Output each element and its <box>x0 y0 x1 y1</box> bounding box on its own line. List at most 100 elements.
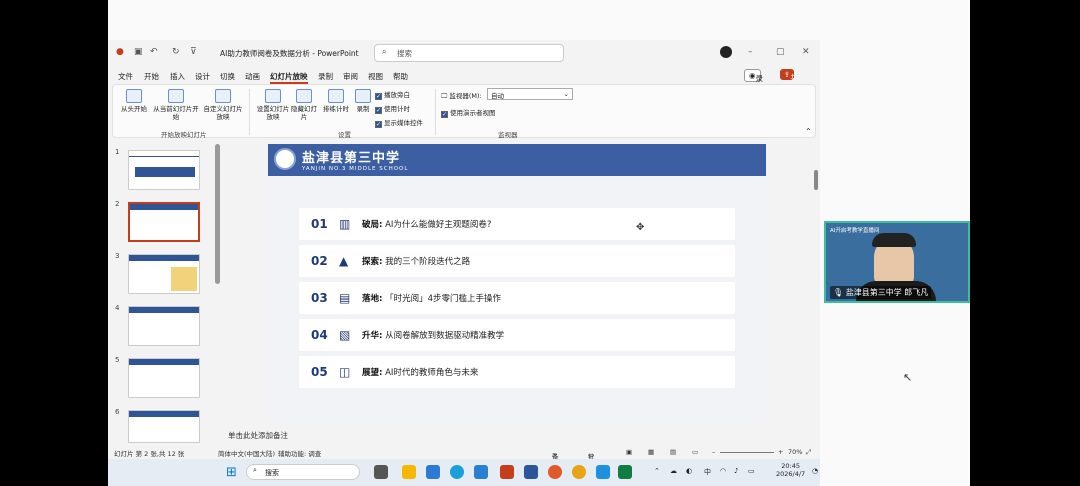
rehearse-timings-button[interactable]: 排练计时 <box>321 89 351 113</box>
slide-count: 幻灯片 第 2 张,共 12 张 <box>114 450 185 458</box>
ime-indicator[interactable]: 中 <box>704 467 711 477</box>
redo-icon[interactable]: ↻ <box>172 47 180 57</box>
record-icon <box>355 89 371 103</box>
record-button[interactable]: ◉ 录制 <box>744 69 763 94</box>
slide-thumbnail-6[interactable] <box>128 410 200 443</box>
thumbnail-number: 1 <box>115 148 120 156</box>
account-avatar[interactable] <box>720 46 732 58</box>
task-view-icon[interactable] <box>374 465 388 479</box>
tab-transitions[interactable]: 切换 <box>220 71 235 82</box>
media-controls-checkbox[interactable]: ✓ 显示媒体控件 <box>375 117 423 128</box>
browser-icon[interactable] <box>548 465 562 479</box>
slide-thumbnail-1[interactable] <box>128 150 200 190</box>
app-icon[interactable] <box>596 465 610 479</box>
video-call-window[interactable]: AI开启考教学直播间 🎙 盐津县第三中学 郎飞凡 <box>824 221 970 303</box>
from-current-button[interactable]: 从当前幻灯片开始 <box>153 89 199 121</box>
tab-home[interactable]: 开始 <box>144 71 159 82</box>
tab-record[interactable]: 录制 <box>318 71 333 82</box>
zoom-out-icon[interactable]: – <box>712 448 715 456</box>
custom-slideshow-button[interactable]: 自定义幻灯片放映 <box>203 89 243 121</box>
powerpoint-icon[interactable] <box>500 465 514 479</box>
tab-file[interactable]: 文件 <box>118 71 133 82</box>
meeting-app-icon[interactable] <box>474 465 488 479</box>
timing-checkbox[interactable]: ✓ 使用计时 <box>375 103 410 114</box>
reading-view-icon[interactable]: ▤ <box>670 448 676 456</box>
monitor-select[interactable]: 自动 ⌄ <box>487 88 573 100</box>
slide-thumbnail-4[interactable] <box>128 306 200 346</box>
setup-slideshow-button[interactable]: 设置幻灯片放映 <box>255 89 291 121</box>
chrome-icon[interactable] <box>572 465 586 479</box>
search-box[interactable]: ⌕ 搜索 <box>374 44 564 62</box>
ribbon: 从头开始 从当前幻灯片开始 自定义幻灯片放映 开始放映幻灯片 设置幻灯片放映 隐… <box>112 84 816 139</box>
hide-slide-button[interactable]: 隐藏幻灯片 <box>291 89 317 121</box>
customize-qat-icon[interactable]: ⊽ <box>190 47 197 57</box>
spreadsheet-icon[interactable] <box>618 465 632 479</box>
close-icon[interactable]: ✕ <box>802 47 810 57</box>
slide-sorter-icon[interactable]: ▦ <box>648 448 654 456</box>
search-icon: ⌕ <box>253 466 257 474</box>
accessibility-status[interactable]: 辅助功能: 调查 <box>278 448 321 458</box>
chip-icon: ▥ <box>339 217 351 231</box>
agenda-text: 展望: AI时代的教师角色与未来 <box>362 368 479 378</box>
slide-scrollbar[interactable] <box>814 170 818 190</box>
record-slideshow-button[interactable]: 录制 <box>353 89 373 113</box>
zoom-in-icon[interactable]: + <box>778 448 783 456</box>
cloud-icon[interactable]: ☁ <box>670 467 677 475</box>
thumbnail-number: 2 <box>115 200 120 208</box>
wifi-icon[interactable]: ◠ <box>720 467 726 475</box>
normal-view-icon[interactable]: ▣ <box>626 448 632 456</box>
zoom-slider[interactable] <box>720 452 774 453</box>
share-button[interactable]: ⇪ 共享 <box>780 69 798 93</box>
word-icon[interactable] <box>524 465 538 479</box>
presenter-view-checkbox[interactable]: ✓ 使用演示者视图 <box>441 107 496 118</box>
slide-thumbnail-5[interactable] <box>128 358 200 398</box>
collapse-ribbon-icon[interactable]: ⌃ <box>805 127 812 136</box>
agenda-number: 02 <box>311 254 328 268</box>
tab-slideshow[interactable]: 幻灯片放映 <box>270 71 308 84</box>
tab-insert[interactable]: 插入 <box>170 71 185 82</box>
language-status[interactable]: 简体中文(中国大陆) <box>218 448 275 458</box>
windows-taskbar: ⊞ ⌕ 搜索 ⌃ ☁ ◐ 中 ◠ ♪ ▭ 20:45 2026/4/7 ◔ <box>108 459 820 486</box>
slide-thumbnail-2[interactable] <box>128 202 200 242</box>
video-app-icon[interactable] <box>426 465 440 479</box>
tab-design[interactable]: 设计 <box>195 71 210 82</box>
thumbnail-number: 3 <box>115 252 120 260</box>
fit-slide-icon[interactable]: ⤢ <box>806 448 811 457</box>
volume-icon[interactable]: ♪ <box>734 467 738 475</box>
save-icon[interactable]: ▣ <box>134 47 143 57</box>
speaker-label: 🎙 盐津县第三中学 郎飞凡 <box>830 286 932 299</box>
maximize-icon[interactable]: ▢ <box>776 47 785 57</box>
thumbnail-number: 4 <box>115 304 120 312</box>
percent-icon: ▧ <box>339 328 351 342</box>
slideshow-current-icon <box>168 89 184 103</box>
taskbar-search[interactable]: ⌕ 搜索 <box>246 464 360 480</box>
undo-icon[interactable]: ↶ <box>150 47 158 57</box>
tab-help[interactable]: 帮助 <box>393 71 408 82</box>
battery-icon[interactable]: ▭ <box>748 467 755 475</box>
separator <box>435 89 436 135</box>
clock[interactable]: 20:45 2026/4/7 <box>776 462 805 478</box>
network-icon[interactable]: ◐ <box>686 467 692 475</box>
window-title: AI助力教师阅卷及数据分析 - PowerPoint <box>220 49 359 58</box>
title-bar: ● ▣ ↶ ↻ ⊽ AI助力教师阅卷及数据分析 - PowerPoint ⌕ 搜… <box>108 40 820 66</box>
from-beginning-button[interactable]: 从头开始 <box>119 89 149 113</box>
edge-icon[interactable] <box>450 465 464 479</box>
slide-canvas[interactable]: 盐津县第三中学 YANJIN NO.3 MIDDLE SCHOOL 01 ▥ 破… <box>268 142 766 422</box>
tab-view[interactable]: 视图 <box>368 71 383 82</box>
notification-icon[interactable]: ◔ <box>812 467 818 475</box>
zoom-level[interactable]: 70% <box>788 448 802 456</box>
slideshow-view-icon[interactable]: ▭ <box>692 448 698 456</box>
tab-animations[interactable]: 动画 <box>245 71 260 82</box>
minimize-icon[interactable]: – <box>748 47 753 57</box>
monitor-icon: 🖵 <box>441 92 448 100</box>
windows-start-icon[interactable]: ⊞ <box>226 465 237 480</box>
file-explorer-icon[interactable] <box>402 465 416 479</box>
tray-chevron-icon[interactable]: ⌃ <box>654 467 660 475</box>
timer-icon <box>328 89 344 103</box>
slide-thumbnail-3[interactable] <box>128 254 200 294</box>
binoculars-icon: ◫ <box>339 365 351 379</box>
thumbnail-scrollbar[interactable] <box>215 144 220 284</box>
notes-placeholder[interactable]: 单击此处添加备注 <box>228 430 288 441</box>
tab-review[interactable]: 审阅 <box>343 71 358 82</box>
narration-checkbox[interactable]: ✓ 播放旁白 <box>375 89 410 100</box>
